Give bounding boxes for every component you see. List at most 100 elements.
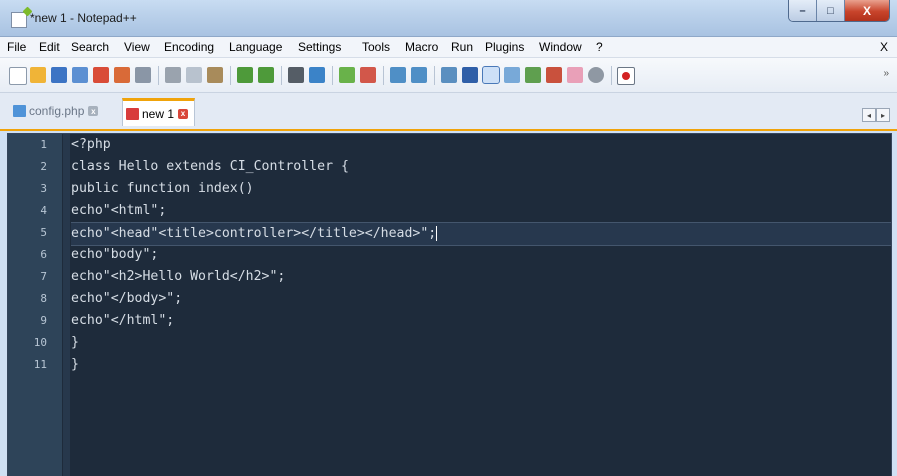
record-macro-icon[interactable]	[617, 67, 635, 85]
fold-margin[interactable]	[63, 134, 70, 476]
monitoring-icon[interactable]	[588, 67, 604, 83]
sync-vertical-icon[interactable]	[390, 67, 406, 83]
menu-tools[interactable]: Tools	[362, 40, 390, 54]
folder-workspace-icon[interactable]	[567, 67, 583, 83]
minimize-icon: –	[799, 4, 806, 17]
code-text: }	[71, 335, 79, 350]
window-title: *new 1 - Notepad++	[30, 11, 137, 25]
zoom-in-icon[interactable]	[339, 67, 355, 83]
open-file-icon[interactable]	[30, 67, 46, 83]
maximize-button[interactable]: □	[817, 0, 845, 21]
tab-config-php[interactable]: config.php x	[10, 101, 104, 121]
tab-new-1[interactable]: new 1 x	[122, 98, 196, 126]
zoom-out-icon[interactable]	[360, 67, 376, 83]
line-number: 9	[40, 314, 47, 327]
code-text: public function index()	[71, 181, 254, 196]
code-line[interactable]: echo"<html";	[71, 200, 891, 222]
code-line[interactable]: class Hello extends CI_Controller {	[71, 156, 891, 178]
menu-file[interactable]: File	[7, 40, 26, 54]
line-number: 11	[33, 358, 47, 371]
window-controls: – □ X	[788, 0, 890, 22]
doc-map-icon[interactable]	[525, 67, 541, 83]
line-number: 3	[40, 182, 47, 195]
close-document-button[interactable]: X	[880, 40, 888, 54]
sync-horizontal-icon[interactable]	[411, 67, 427, 83]
code-text: echo"</body>";	[71, 291, 183, 306]
tab-label: new 1	[142, 106, 175, 121]
paste-icon[interactable]	[207, 67, 223, 83]
show-all-chars-icon[interactable]	[462, 67, 478, 83]
toolbar-separator	[434, 66, 435, 85]
menu-plugins[interactable]: Plugins	[485, 40, 524, 54]
menu-window[interactable]: Window	[539, 40, 582, 54]
line-number: 6	[40, 248, 47, 261]
menu-settings[interactable]: Settings	[298, 40, 341, 54]
tab-close-icon[interactable]: x	[88, 106, 99, 116]
code-editor[interactable]: 1 2 3 4 5 6 7 8 9 10 11 <?php class Hell…	[7, 133, 892, 476]
menu-search[interactable]: Search	[71, 40, 109, 54]
current-code-line[interactable]: echo"<head"<title>controller></title></h…	[71, 222, 891, 246]
toolbar: »	[0, 58, 897, 93]
text-caret	[436, 225, 438, 241]
notepadpp-app-icon[interactable]	[11, 12, 27, 28]
find-icon[interactable]	[288, 67, 304, 83]
toolbar-separator	[611, 66, 612, 85]
line-number: 5	[40, 226, 47, 239]
line-number: 8	[40, 292, 47, 305]
new-file-icon[interactable]	[9, 67, 27, 85]
notepadpp-window: *new 1 - Notepad++ – □ X File Edit Searc…	[0, 0, 897, 476]
copy-icon[interactable]	[186, 67, 202, 83]
tab-scroll-buttons: ◂ ▸	[862, 108, 890, 122]
toolbar-separator	[383, 66, 384, 85]
word-wrap-icon[interactable]	[441, 67, 457, 83]
code-line[interactable]: }	[71, 354, 891, 376]
code-line[interactable]: echo"body";	[71, 244, 891, 266]
code-text: echo"<head"<title>controller></title></h…	[71, 226, 437, 241]
code-text: echo"<h2>Hello World</h2>";	[71, 269, 286, 284]
save-icon[interactable]	[51, 67, 67, 83]
tab-scroll-right-icon[interactable]: ▸	[876, 108, 890, 122]
maximize-icon: □	[827, 4, 834, 17]
toolbar-separator	[281, 66, 282, 85]
menu-macro[interactable]: Macro	[405, 40, 438, 54]
menu-view[interactable]: View	[124, 40, 150, 54]
line-number: 10	[33, 336, 47, 349]
save-all-icon[interactable]	[72, 67, 88, 83]
indent-guide-icon[interactable]	[482, 66, 500, 84]
code-line[interactable]: public function index()	[71, 178, 891, 200]
code-text: echo"</html";	[71, 313, 175, 328]
close-icon[interactable]	[93, 67, 109, 83]
line-number: 2	[40, 160, 47, 173]
tab-close-icon[interactable]: x	[178, 108, 189, 119]
toolbar-separator	[158, 66, 159, 85]
code-line[interactable]: echo"</html";	[71, 310, 891, 332]
cut-icon[interactable]	[165, 67, 181, 83]
close-all-icon[interactable]	[114, 67, 130, 83]
code-line[interactable]: }	[71, 332, 891, 354]
menu-encoding[interactable]: Encoding	[164, 40, 214, 54]
code-text: echo"body";	[71, 247, 159, 262]
print-icon[interactable]	[135, 67, 151, 83]
menu-help[interactable]: ?	[596, 40, 603, 54]
line-number: 7	[40, 270, 47, 283]
code-text: <?php	[71, 137, 111, 152]
redo-icon[interactable]	[258, 67, 274, 83]
tab-scroll-left-icon[interactable]: ◂	[862, 108, 876, 122]
menu-edit[interactable]: Edit	[39, 40, 60, 54]
close-window-button[interactable]: X	[845, 0, 889, 21]
function-list-icon[interactable]	[546, 67, 562, 83]
title-bar[interactable]: *new 1 - Notepad++ – □ X	[0, 0, 897, 37]
code-line[interactable]: <?php	[71, 134, 891, 156]
menu-language[interactable]: Language	[229, 40, 282, 54]
user-lang-icon[interactable]	[504, 67, 520, 83]
line-number: 4	[40, 204, 47, 217]
line-number: 1	[40, 138, 47, 151]
code-line[interactable]: echo"<h2>Hello World</h2>";	[71, 266, 891, 288]
toolbar-overflow-icon[interactable]: »	[883, 68, 889, 79]
code-line[interactable]: echo"</body>";	[71, 288, 891, 310]
undo-icon[interactable]	[237, 67, 253, 83]
toolbar-separator	[230, 66, 231, 85]
menu-run[interactable]: Run	[451, 40, 473, 54]
minimize-button[interactable]: –	[789, 0, 817, 21]
replace-icon[interactable]	[309, 67, 325, 83]
